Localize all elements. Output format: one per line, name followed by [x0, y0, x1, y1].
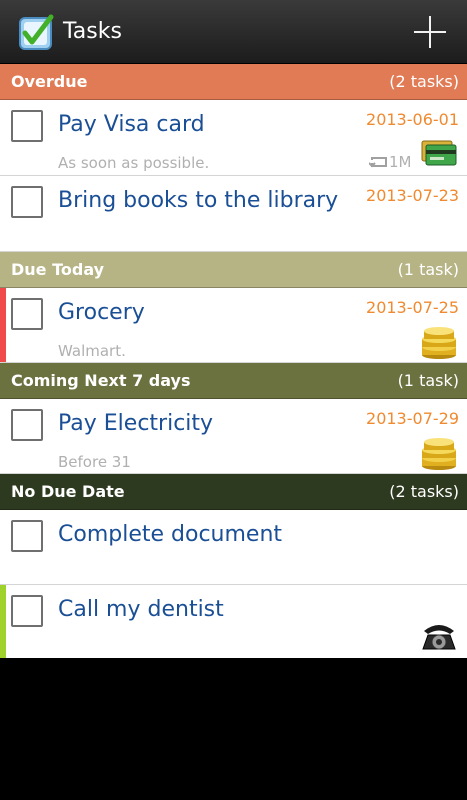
task-title[interactable]: Call my dentist	[58, 597, 224, 622]
add-task-button[interactable]	[408, 12, 452, 52]
coins-icon	[422, 327, 456, 359]
task-due-date: 2013-07-23	[366, 186, 459, 205]
task-checkbox[interactable]	[11, 520, 43, 552]
app-title: Tasks	[63, 19, 122, 44]
task-note: As soon as possible.	[58, 154, 210, 172]
task-checkbox[interactable]	[11, 298, 43, 330]
section-count: (1 task)	[397, 371, 459, 390]
section-count: (2 tasks)	[389, 72, 459, 91]
action-bar: Tasks	[0, 0, 467, 64]
section-title: Overdue	[11, 72, 88, 91]
task-row[interactable]: Pay Visa card 2013-06-01 As soon as poss…	[0, 100, 467, 176]
checkbox-checked-icon	[19, 14, 54, 50]
task-checkbox[interactable]	[11, 186, 43, 218]
priority-bar	[0, 288, 6, 362]
priority-bar	[0, 585, 6, 659]
section-title: Coming Next 7 days	[11, 371, 191, 390]
task-note: Walmart.	[58, 342, 126, 360]
repeat-icon	[368, 157, 387, 168]
task-due-date: 2013-06-01	[366, 110, 459, 129]
section-header-coming-next-7-days: Coming Next 7 days (1 task)	[0, 363, 467, 399]
task-due-date: 2013-07-25	[366, 298, 459, 317]
task-title[interactable]: Complete document	[58, 522, 282, 547]
coins-icon	[422, 438, 456, 470]
empty-area	[0, 658, 467, 800]
section-count: (2 tasks)	[389, 482, 459, 501]
section-header-no-due-date: No Due Date (2 tasks)	[0, 474, 467, 510]
task-row[interactable]: Bring books to the library 2013-07-23	[0, 176, 467, 252]
task-due-date: 2013-07-29	[366, 409, 459, 428]
task-checkbox[interactable]	[11, 110, 43, 142]
section-header-overdue: Overdue (2 tasks)	[0, 64, 467, 100]
task-row[interactable]: Call my dentist	[0, 585, 467, 659]
credit-card-icon	[421, 140, 457, 166]
task-checkbox[interactable]	[11, 595, 43, 627]
task-title[interactable]: Pay Visa card	[58, 112, 205, 137]
task-checkbox[interactable]	[11, 409, 43, 441]
section-count: (1 task)	[397, 260, 459, 279]
section-title: No Due Date	[11, 482, 125, 501]
task-row[interactable]: Pay Electricity 2013-07-29 Before 31	[0, 399, 467, 474]
task-list[interactable]: Overdue (2 tasks) Pay Visa card 2013-06-…	[0, 64, 467, 659]
task-repeat-label: 1M	[389, 153, 412, 171]
task-title[interactable]: Grocery	[58, 300, 145, 325]
task-title[interactable]: Pay Electricity	[58, 411, 213, 436]
section-header-due-today: Due Today (1 task)	[0, 252, 467, 288]
task-repeat: 1M	[368, 153, 412, 171]
tasks-app: Tasks Overdue (2 tasks) Pay Visa card 20…	[0, 0, 467, 800]
rotary-phone-icon	[422, 625, 456, 650]
section-title: Due Today	[11, 260, 105, 279]
task-row[interactable]: Grocery 2013-07-25 Walmart.	[0, 288, 467, 363]
task-title[interactable]: Bring books to the library	[58, 188, 338, 213]
task-row[interactable]: Complete document	[0, 510, 467, 585]
task-note: Before 31	[58, 453, 131, 471]
